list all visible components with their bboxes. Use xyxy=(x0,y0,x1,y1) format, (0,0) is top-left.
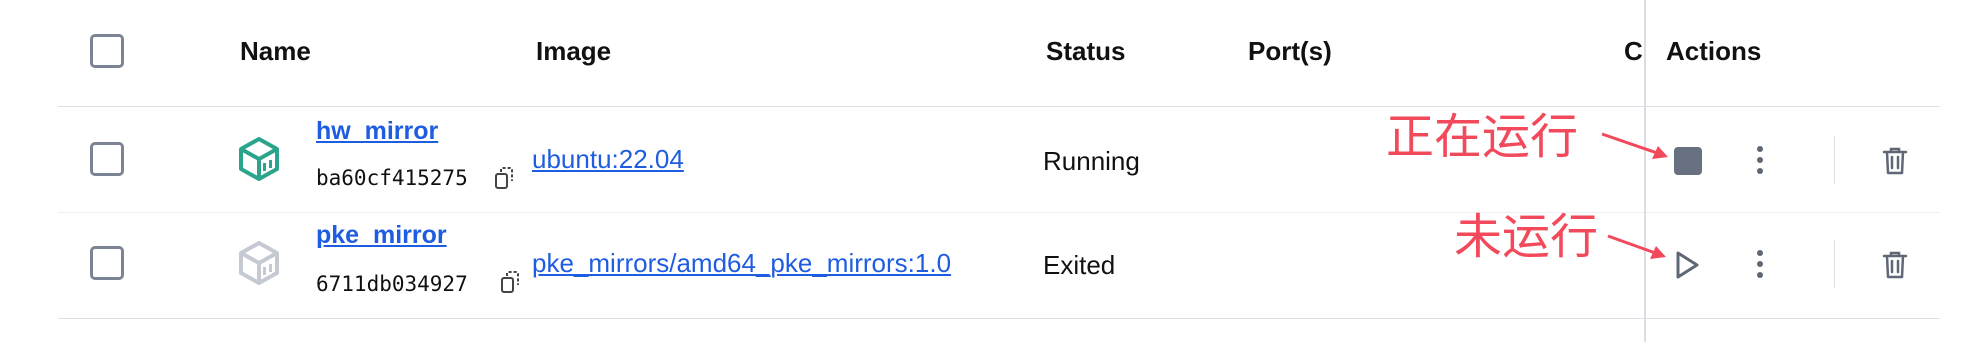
row-select-checkbox[interactable] xyxy=(90,142,124,176)
column-header-status[interactable]: Status xyxy=(1046,36,1125,66)
container-id: ba60cf415275 xyxy=(316,166,468,190)
image-link[interactable]: pke_mirrors/amd64_pke_mirrors:1.0 xyxy=(532,248,951,278)
sticky-column-divider xyxy=(1644,0,1646,342)
start-button[interactable] xyxy=(1672,248,1702,282)
more-options-icon[interactable] xyxy=(1756,250,1764,280)
column-header-actions: Actions xyxy=(1666,36,1762,66)
copy-id-icon[interactable] xyxy=(500,270,520,294)
header-divider xyxy=(58,106,1940,107)
status-text: Exited xyxy=(1043,250,1116,280)
copy-id-icon[interactable] xyxy=(494,166,514,190)
actions-separator xyxy=(1834,240,1835,288)
column-header-cpu[interactable]: C xyxy=(1624,36,1643,66)
annotation-not-running: 未运行 xyxy=(1454,209,1599,265)
column-header-ports[interactable]: Port(s) xyxy=(1248,36,1332,66)
annotation-running: 正在运行 xyxy=(1386,109,1579,165)
annotation-arrow xyxy=(1607,234,1666,259)
select-all-checkbox[interactable] xyxy=(90,34,124,68)
container-id: 6711db034927 xyxy=(316,272,468,296)
annotation-arrow xyxy=(1601,132,1668,159)
column-header-image[interactable]: Image xyxy=(536,36,611,66)
container-running-icon xyxy=(239,137,279,181)
container-exited-icon xyxy=(239,241,279,285)
image-link[interactable]: ubuntu:22.04 xyxy=(532,144,684,174)
status-text: Running xyxy=(1043,146,1140,176)
table-bottom-divider xyxy=(58,318,1940,319)
container-name-link[interactable]: pke_mirror xyxy=(316,220,447,250)
container-name-link[interactable]: hw_mirror xyxy=(316,116,438,146)
row-divider xyxy=(58,212,1940,213)
actions-separator xyxy=(1834,136,1835,184)
delete-icon[interactable] xyxy=(1882,250,1908,280)
column-header-name[interactable]: Name xyxy=(240,36,311,66)
row-select-checkbox[interactable] xyxy=(90,246,124,280)
delete-icon[interactable] xyxy=(1882,146,1908,176)
stop-button[interactable] xyxy=(1674,147,1702,175)
more-options-icon[interactable] xyxy=(1756,146,1764,176)
